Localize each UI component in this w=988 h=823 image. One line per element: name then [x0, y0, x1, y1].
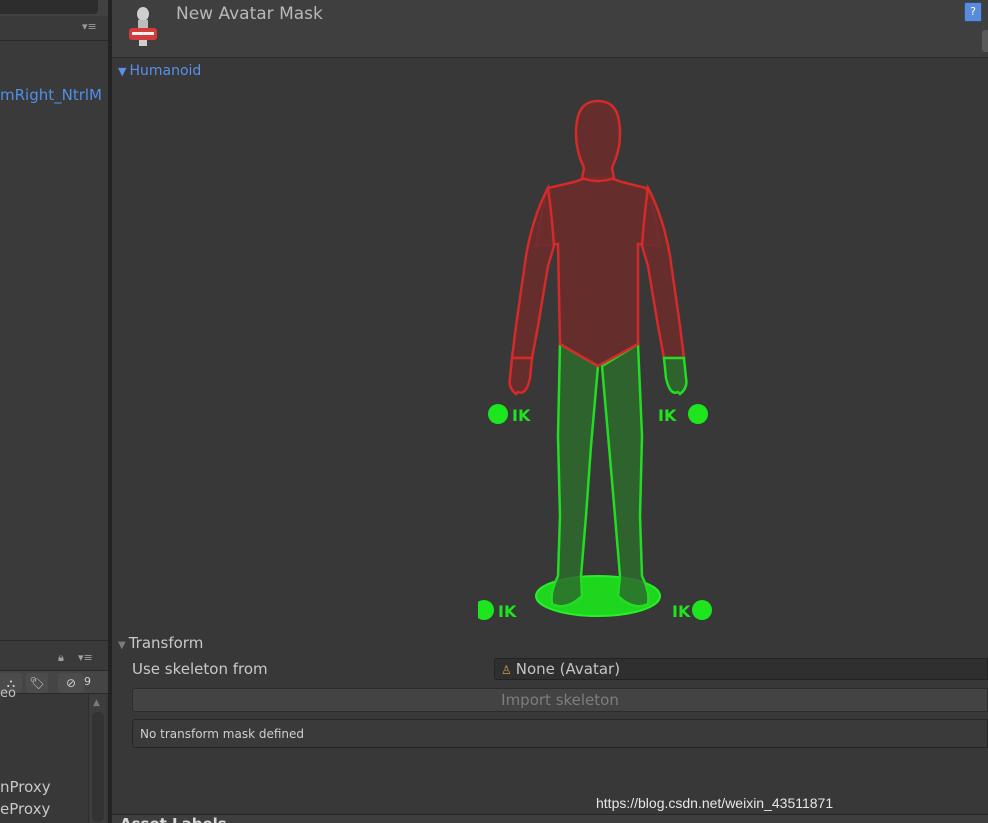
transform-label: Transform: [128, 634, 204, 652]
list-item[interactable]: eo: [0, 686, 16, 701]
import-skeleton-button[interactable]: Import skeleton: [132, 688, 988, 712]
avatar-mask-icon: [129, 7, 157, 46]
left-arm-body-part[interactable]: [510, 184, 556, 360]
divider: [0, 40, 108, 41]
lock-icon[interactable]: 🔒︎: [58, 651, 64, 665]
hidden-packages-count: 9: [84, 675, 91, 688]
left-hand-body-part[interactable]: [508, 356, 534, 396]
filter-by-label-icon[interactable]: 🏷︎: [26, 673, 48, 693]
ik-label: IK: [512, 406, 531, 425]
right-hand-ik-toggle[interactable]: IK: [658, 404, 708, 425]
skeleton-field-value: None (Avatar): [515, 660, 621, 678]
right-arm-body-part[interactable]: [640, 184, 686, 360]
list-item-selected[interactable]: mRight_NtrlM: [0, 86, 102, 104]
left-foot-ik-toggle[interactable]: IK: [478, 600, 517, 621]
humanoid-label: Humanoid: [129, 63, 202, 79]
project-toolbar: ⛬ 🏷︎ ⊘ 9: [0, 670, 108, 694]
vertical-scrollbar[interactable]: ▲: [88, 694, 106, 823]
project-panel-header: 🔒︎ ▾≡: [0, 640, 108, 670]
skeleton-object-field[interactable]: ♙ None (Avatar): [494, 658, 988, 680]
left-hand-ik-toggle[interactable]: IK: [488, 404, 531, 425]
ik-label: IK: [498, 602, 517, 621]
asset-labels-section[interactable]: Asset Labels: [112, 814, 988, 823]
watermark: https://blog.csdn.net/weixin_43511871: [596, 795, 834, 811]
avatar-icon: ♙: [501, 663, 512, 677]
foldout-expanded-icon: ▼: [118, 640, 126, 651]
asset-labels-title: Asset Labels: [120, 815, 227, 823]
right-leg-body-part[interactable]: [600, 341, 650, 608]
foldout-expanded-icon: ▼: [118, 65, 127, 78]
hidden-packages-icon[interactable]: ⊘: [58, 673, 84, 693]
project-panel: 🔒︎ ▾≡ ⛬ 🏷︎ ⊘ 9 eo nProxy eProxy ▲: [0, 640, 108, 823]
humanoid-foldout[interactable]: ▼ Humanoid: [118, 63, 201, 79]
left-leg-body-part[interactable]: [550, 341, 600, 608]
ik-label: IK: [672, 602, 691, 621]
panel-menu-icon[interactable]: ▾≡: [82, 20, 97, 33]
list-item[interactable]: nProxy: [0, 778, 51, 796]
use-skeleton-label: Use skeleton from: [132, 660, 268, 678]
left-top-bar: [0, 0, 108, 16]
scrollbar-thumb[interactable]: [92, 712, 104, 822]
list-item[interactable]: eProxy: [0, 800, 50, 818]
scroll-up-arrow-icon[interactable]: ▲: [93, 698, 100, 708]
open-button[interactable]: [982, 30, 988, 52]
ik-label: IK: [658, 406, 677, 425]
right-hand-body-part[interactable]: [662, 356, 688, 396]
inspector-header: New Avatar Mask ?: [112, 0, 988, 58]
inspector-panel: New Avatar Mask ? ▼ Humanoid IK IK IK IK…: [112, 0, 988, 823]
head-body-part[interactable]: [574, 99, 622, 183]
humanoid-body-mask: IK IK IK IK: [478, 99, 712, 621]
transform-foldout[interactable]: ▼ Transform: [118, 634, 203, 652]
panel-menu-icon[interactable]: ▾≡: [78, 651, 93, 664]
no-transform-mask-helpbox: No transform mask defined: [132, 719, 988, 748]
search-field[interactable]: [0, 0, 98, 14]
help-icon[interactable]: ?: [964, 2, 982, 22]
hierarchy-panel: ▾≡ mRight_NtrlM 🔒︎ ▾≡ ⛬ 🏷︎ ⊘ 9 eo nProxy…: [0, 0, 108, 823]
asset-title: New Avatar Mask: [176, 4, 323, 24]
body-body-part[interactable]: [534, 176, 662, 368]
right-foot-ik-toggle[interactable]: IK: [672, 600, 712, 621]
